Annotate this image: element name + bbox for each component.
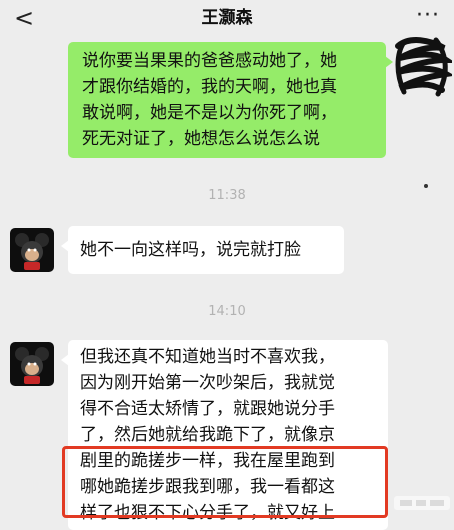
timestamp: 14:10 <box>208 304 246 319</box>
message-line: 说你要当果果的爸爸感动她了，她 <box>82 51 337 71</box>
avatar[interactable] <box>10 228 54 272</box>
message-bubble-received[interactable]: 她不一向这样吗，说完就打脸 <box>61 226 344 274</box>
avatar[interactable] <box>10 342 54 386</box>
message-line: 因为刚开始第一次吵架后，我就觉 <box>80 373 335 393</box>
message-line: 了，然后她就给我跪下了，就像京 <box>80 425 335 445</box>
message-line: 死无对证了，她想怎么说怎么说 <box>82 129 320 149</box>
timestamp: 11:38 <box>208 188 246 203</box>
chat-header: < 王灏森 ··· <box>0 0 454 36</box>
watermark <box>394 496 450 510</box>
highlight-box <box>62 446 388 518</box>
mickey-avatar-icon <box>15 233 49 270</box>
more-icon[interactable]: ··· <box>416 4 440 28</box>
message-line: 但我还真不知道她当时不喜欢我， <box>80 347 335 367</box>
mickey-avatar-icon <box>15 347 49 384</box>
chat-title: 王灏森 <box>201 8 253 28</box>
message-line: 得不合适太矫情了，就跟她说分手 <box>80 399 335 419</box>
message-line: 敢说啊，她是不是以为你死了啊， <box>82 103 337 123</box>
scribble-redaction <box>395 37 452 97</box>
message-line: 才跟你结婚的，我的天啊，她也真 <box>82 77 337 97</box>
message-bubble-sent[interactable]: 说你要当果果的爸爸感动她了，她 才跟你结婚的，我的天啊，她也真 敢说啊，她是不是… <box>68 42 393 158</box>
message-line: 她不一向这样吗，说完就打脸 <box>80 240 301 260</box>
